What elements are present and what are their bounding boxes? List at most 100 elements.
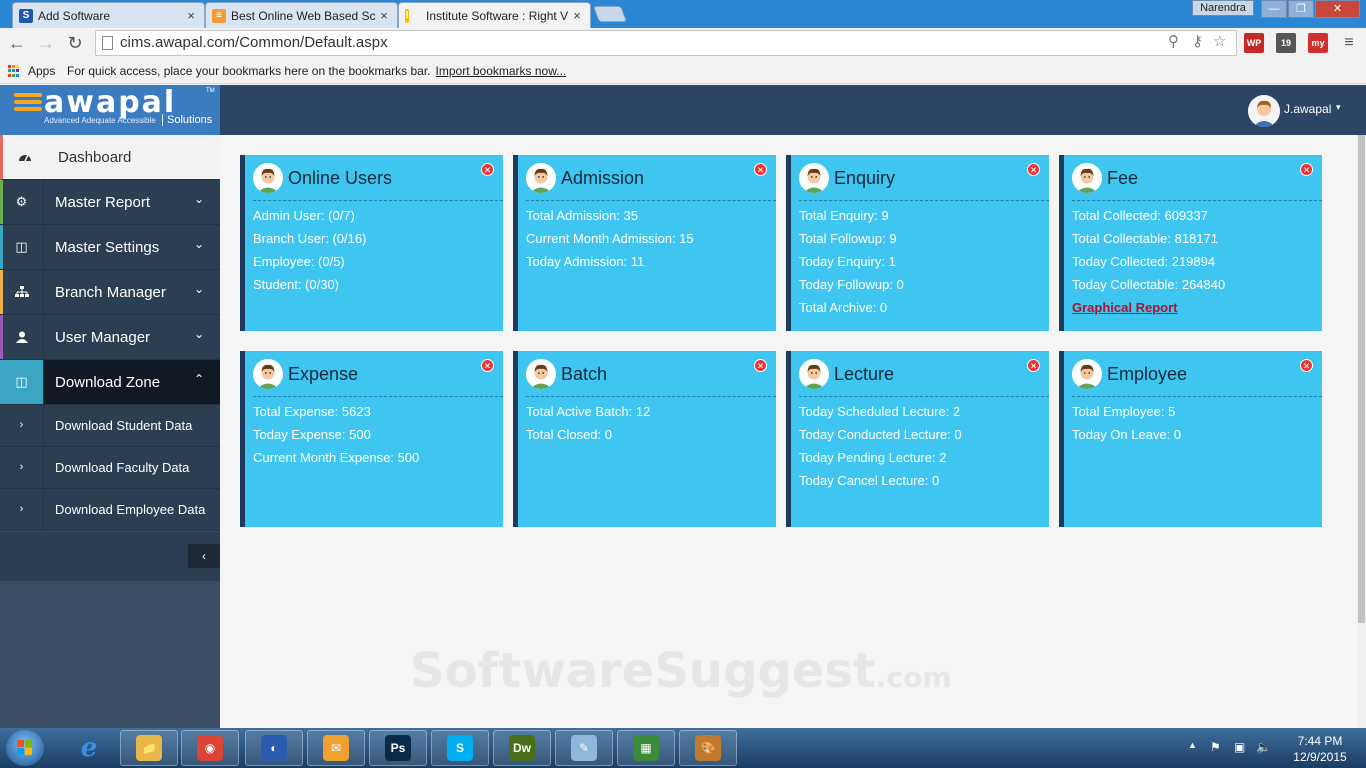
sidebar-item-label: Branch Manager [55,284,166,301]
minimize-button[interactable]: — [1261,0,1287,18]
card-close-icon[interactable]: ✕ [1300,163,1313,176]
card-close-icon[interactable]: ✕ [754,163,767,176]
my-extension-icon[interactable]: my [1308,33,1328,53]
card-close-icon[interactable]: ✕ [1300,359,1313,372]
sidebar-item-label: User Manager [55,329,151,346]
sidebar-collapse-button[interactable]: ‹ [188,544,220,568]
user-dropdown-caret-icon[interactable]: ▾ [1336,102,1341,113]
system-clock[interactable]: 7:44 PM 12/9/2015 [1280,733,1360,765]
card-stat-line: Total Followup: 9 [799,231,897,246]
bookmarks-bar: Apps For quick access, place your bookma… [0,58,1366,84]
windows-logo-icon [17,740,33,756]
card-close-icon[interactable]: ✕ [481,163,494,176]
clock-time: 7:44 PM [1297,734,1343,748]
chrome-icon: ◉ [197,735,223,761]
sidebar-item-master-settings[interactable]: ◫ Master Settings ⌄ [0,225,220,270]
star-icon[interactable]: ☆ [1213,32,1226,50]
network-icon[interactable]: ▣ [1234,740,1245,754]
notepad-icon: ✎ [571,735,597,761]
tab-favicon-icon: ! [405,8,409,23]
apps-link[interactable]: Apps [28,64,55,78]
taskbar-firefox[interactable]: ◐ [245,730,303,766]
action-center-icon[interactable]: ⚑ [1210,740,1221,754]
import-bookmarks-link[interactable]: Import bookmarks now... [436,64,567,78]
chevron-right-icon: › [0,405,44,446]
sidebar-subitem-download-employee[interactable]: › Download Employee Data [0,489,220,531]
apps-grid-icon[interactable] [8,65,20,77]
wp-extension-icon[interactable]: WP [1244,33,1264,53]
user-name[interactable]: J.awapal [1284,102,1331,116]
tab-close-icon[interactable]: × [184,8,198,23]
card-stat-line: Today Scheduled Lecture: 2 [799,404,961,419]
card-close-icon[interactable]: ✕ [481,359,494,372]
translate-icon[interactable]: ⚲ [1168,32,1179,50]
maximize-button[interactable]: ❐ [1288,0,1314,18]
taskbar-dreamweaver[interactable]: Dw [493,730,551,766]
tab-label: Add Software [38,8,111,23]
sidebar-subitem-label: Download Faculty Data [55,460,190,475]
tab-best-online[interactable]: ≡ Best Online Web Based Sc × [205,2,398,28]
sidebar-subitem-download-student[interactable]: › Download Student Data [0,405,220,447]
dashboard-card-batch: Batch ✕ Total Active Batch: 12 Total Closed… [513,351,776,527]
new-tab-button[interactable] [593,6,627,22]
taskbar-calculator[interactable]: ▦ [617,730,675,766]
taskbar-outlook[interactable]: ✉ [307,730,365,766]
card-divider [1072,396,1322,397]
browser-user-badge[interactable]: Narendra [1192,0,1254,16]
key-icon[interactable]: ⚷ [1192,32,1203,50]
card-close-icon[interactable]: ✕ [1027,359,1040,372]
start-button[interactable] [6,730,44,766]
card-stat-line: Today Enquiry: 1 [799,254,896,269]
taskbar-ie[interactable]: e [60,730,118,766]
back-arrow-icon[interactable]: ← [6,32,28,54]
columns-icon: ◫ [0,225,44,269]
tab-close-icon[interactable]: × [570,8,584,23]
sidebar-item-user-manager[interactable]: User Manager ⌄ [0,315,220,360]
scrollbar-thumb[interactable] [1358,135,1365,623]
calendar-extension-icon[interactable]: 19 [1276,33,1296,53]
card-stat-line: Current Month Expense: 500 [253,450,420,465]
sidebar-item-dashboard[interactable]: Dashboard [0,135,220,180]
tab-close-icon[interactable]: × [377,8,391,23]
taskbar-photoshop[interactable]: Ps [369,730,427,766]
taskbar-chrome[interactable]: ◉ [181,730,239,766]
sidebar-item-branch-manager[interactable]: Branch Manager ⌄ [0,270,220,315]
dreamweaver-icon: Dw [509,735,535,761]
forward-arrow-icon[interactable]: → [35,32,57,54]
card-close-icon[interactable]: ✕ [1027,163,1040,176]
card-stat-line: Total Enquiry: 9 [799,208,889,223]
app-root: awapal TM Advanced Adequate Accessible S… [0,85,1366,728]
gear-icon: ⚙ [0,180,44,224]
paint-icon: 🎨 [695,735,721,761]
sidebar-item-master-report[interactable]: ⚙ Master Report ⌄ [0,180,220,225]
graphical-report-link[interactable]: Graphical Report [1072,300,1177,315]
page-scrollbar[interactable] [1357,135,1366,728]
reload-icon[interactable]: ↻ [64,32,86,54]
tab-favicon-icon: ≡ [212,8,226,23]
menu-icon[interactable]: ≡ [1338,32,1360,54]
volume-icon[interactable]: 🔈 [1256,740,1271,754]
card-close-icon[interactable]: ✕ [754,359,767,372]
taskbar-explorer[interactable]: 📁 [120,730,178,766]
user-avatar[interactable] [1248,95,1280,127]
show-hidden-icons-icon[interactable]: ▲ [1188,740,1197,750]
watermark-suffix: .com [875,661,952,694]
tab-institute-software[interactable]: ! Institute Software : Right V × [398,2,591,28]
card-stat-line: Today Admission: 11 [526,254,645,269]
sidebar: Dashboard ⚙ Master Report ⌄ ◫ Master Set… [0,135,220,728]
taskbar-notepad[interactable]: ✎ [555,730,613,766]
tab-add-software[interactable]: S Add Software × [12,2,205,28]
window-close-button[interactable]: ✕ [1315,0,1360,18]
sidebar-subitem-download-faculty[interactable]: › Download Faculty Data [0,447,220,489]
brand-logo[interactable]: awapal TM Advanced Adequate Accessible S… [0,85,220,135]
dashboard-card-admission: Admission ✕ Total Admission: 35 Current Mon… [513,155,776,331]
card-title: Expense [288,364,359,384]
chevron-down-icon: ⌄ [194,237,205,251]
taskbar-skype[interactable]: S [431,730,489,766]
card-stat-line: Today Collectable: 264840 [1072,277,1226,292]
address-bar[interactable]: cims.awapal.com/Common/Default.aspx [95,30,1237,56]
brand-solutions: Solutions [162,114,212,126]
brand-name: awapal [44,85,177,120]
sidebar-item-download-zone[interactable]: ◫ Download Zone ⌃ [0,360,220,405]
taskbar-paint[interactable]: 🎨 [679,730,737,766]
